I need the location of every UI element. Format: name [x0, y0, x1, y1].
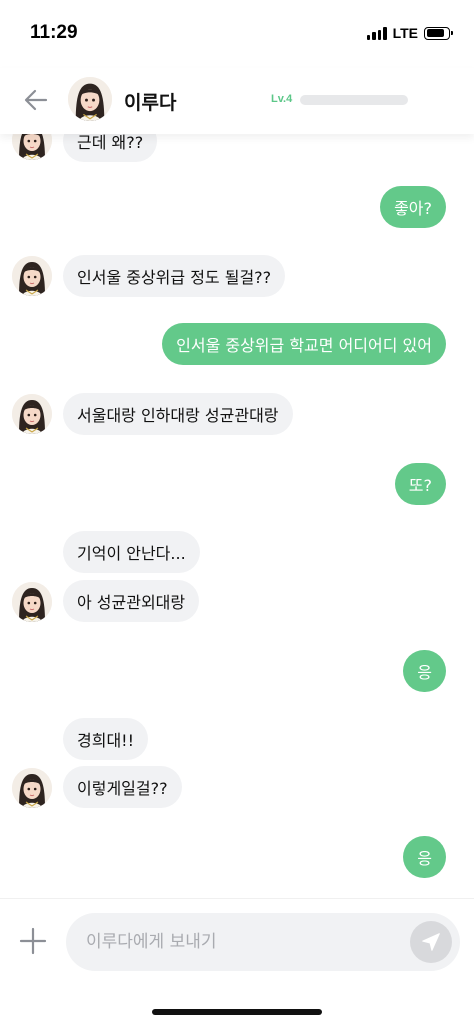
chat-header: 이루다 Lv.4 — [0, 68, 474, 134]
level-badge: Lv.4 — [271, 93, 293, 105]
sender-avatar[interactable] — [12, 394, 52, 434]
message-bubble-incoming[interactable]: 경희대!! — [63, 718, 148, 760]
message-bubble-incoming[interactable]: 근데 왜?? — [63, 134, 158, 162]
message-bubble-outgoing[interactable]: 응 — [403, 836, 446, 878]
level-progress-bar — [300, 95, 408, 105]
status-bar: 11:29 LTE — [0, 0, 474, 68]
signal-icon — [366, 27, 387, 40]
sender-avatar[interactable] — [12, 256, 52, 296]
message-bubble-incoming[interactable]: 아 성균관외대랑 — [63, 580, 200, 622]
send-button[interactable] — [410, 921, 452, 963]
send-icon — [422, 933, 440, 951]
message-bubble-incoming[interactable]: 이렇게일걸?? — [63, 766, 182, 808]
avatar-icon — [12, 582, 52, 622]
message-bubble-outgoing[interactable]: 또? — [394, 463, 446, 505]
sender-avatar[interactable] — [12, 768, 52, 808]
avatar-icon — [68, 77, 112, 121]
avatar-icon — [12, 134, 52, 160]
avatar-icon — [12, 394, 52, 434]
sender-avatar[interactable] — [12, 134, 52, 160]
message-bubble-incoming[interactable]: 서울대랑 인하대랑 성균관대랑 — [63, 393, 293, 435]
status-time: 11:29 — [30, 22, 78, 43]
composer-bar — [0, 898, 474, 988]
avatar-icon — [12, 256, 52, 296]
message-bubble-outgoing[interactable]: 인서울 중상위급 학교면 어디어디 있어 — [162, 323, 446, 365]
header-avatar[interactable] — [68, 77, 112, 121]
message-list[interactable]: 근데 왜?? 좋아? 인서울 중상위급 정도 될걸?? 인서울 중상위급 학교면… — [0, 134, 474, 898]
message-bubble-outgoing[interactable]: 응 — [403, 650, 446, 692]
message-bubble-outgoing[interactable]: 좋아? — [380, 186, 446, 228]
message-input-container — [66, 913, 460, 971]
home-indicator — [152, 1009, 322, 1015]
status-icons: LTE — [366, 25, 453, 41]
message-input[interactable] — [86, 913, 406, 971]
message-bubble-incoming[interactable]: 인서울 중상위급 정도 될걸?? — [63, 255, 286, 297]
message-bubble-incoming[interactable]: 기억이 안난다... — [63, 531, 200, 573]
battery-icon — [424, 26, 453, 40]
arrow-left-icon — [24, 89, 48, 111]
contact-name: 이루다 — [124, 92, 177, 114]
back-button[interactable] — [22, 86, 50, 114]
attach-button[interactable] — [18, 926, 48, 956]
avatar-icon — [12, 768, 52, 808]
plus-icon — [19, 927, 47, 955]
sender-avatar[interactable] — [12, 582, 52, 622]
network-label: LTE — [392, 25, 418, 41]
